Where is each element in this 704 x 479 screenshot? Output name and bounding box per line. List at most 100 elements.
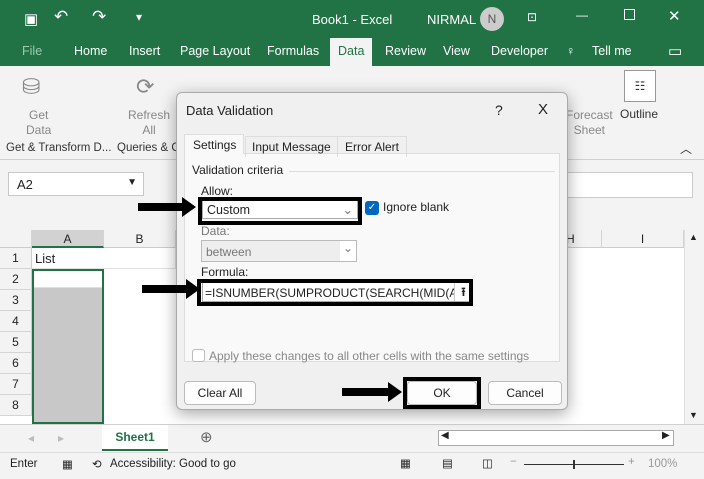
allow-label: Allow: [201,184,234,198]
get-data-icon: ⛁ [22,74,41,99]
save-icon[interactable]: ▣ [24,10,38,28]
minimize-icon[interactable]: — [576,8,588,22]
forecast-label2: Sheet [573,123,606,137]
close-icon[interactable]: ✕ [668,7,681,25]
annotation-arrow [138,197,196,217]
user-name: NIRMAL [427,12,477,27]
get-data-label2: Data [26,123,52,137]
chevron-down-icon: ⌄ [340,241,356,261]
cell-b1[interactable] [104,248,176,269]
tab-file[interactable]: File [22,44,42,58]
column-header-h[interactable]: H [566,230,602,248]
status-bar: Enter ▦ ⟲ Accessibility: Good to go ▦ ▤ … [0,452,704,479]
add-sheet-icon[interactable]: ⊕ [200,428,213,446]
get-data-label: Get [29,108,49,122]
group-get-transform: Get & Transform D... [6,142,112,154]
data-value: between [206,245,252,259]
accessibility-status[interactable]: Accessibility: Good to go [110,458,236,470]
tab-review[interactable]: Review [385,44,426,58]
tab-view[interactable]: View [443,44,470,58]
cancel-button[interactable]: Cancel [488,381,562,405]
row-header[interactable]: 2 [0,269,32,290]
apply-all-label: Apply these changes to all other cells w… [209,349,530,363]
normal-view-icon[interactable]: ▦ [400,456,411,470]
next-sheet-icon[interactable]: ▸ [58,431,64,445]
outline-button[interactable]: Outline [620,107,658,121]
dialog-close-button[interactable]: X [538,101,548,118]
vertical-scrollbar[interactable]: ▲ ▼ [684,230,704,424]
highlight-box [403,377,481,409]
row-header[interactable]: 5 [0,332,32,353]
zoom-out-icon[interactable]: − [510,456,517,468]
sheet-tabs-bar: ◂ ▸ Sheet1 ⊕ ◀ ▶ [0,424,704,452]
dialog-title: Data Validation [186,103,274,118]
page-break-view-icon[interactable]: ◫ [482,456,493,470]
undo-icon[interactable]: ↶ [54,7,68,27]
refresh-label: Refresh [128,108,171,122]
ribbon-display-icon[interactable]: ⊡ [527,10,537,24]
select-all[interactable] [0,230,32,248]
tab-home[interactable]: Home [74,44,107,58]
tab-page-layout[interactable]: Page Layout [180,44,250,58]
help-button[interactable]: ? [495,102,503,118]
column-header-a[interactable]: A [32,230,104,248]
title-bar: ▣ ↶ ↷ ▾ Book1 - Excel NIRMAL N ⊡ — ✕ [0,0,704,38]
row-header[interactable]: 6 [0,353,32,374]
tab-insert[interactable]: Insert [129,44,160,58]
forecast-sheet-button[interactable]: Forecast Sheet [566,108,613,138]
ignore-blank-checkbox[interactable]: ✓ [365,201,379,215]
tab-settings[interactable]: Settings [184,134,244,154]
macro-icon[interactable]: ▦ [62,457,73,471]
column-header-i[interactable]: I [602,230,684,248]
refresh-all-button[interactable]: Refresh All [128,108,170,138]
section-validation-criteria: Validation criteria [192,163,284,177]
comments-icon[interactable]: ▭ [668,42,682,60]
scroll-left-icon[interactable]: ◀ [441,430,449,441]
row-header[interactable]: 1 [0,248,32,269]
clear-all-button[interactable]: Clear All [184,381,256,405]
get-data-button[interactable]: Get Data [26,108,51,138]
scroll-up-icon[interactable]: ▲ [689,232,698,242]
data-select: between ⌄ [201,240,357,262]
data-validation-dialog: Data Validation ? X Settings Input Messa… [176,92,568,410]
column-header-b[interactable]: B [104,230,176,248]
highlight-box [198,197,362,225]
customize-toolbar-icon[interactable]: ▾ [136,10,142,24]
row-header[interactable]: 3 [0,290,32,311]
zoom-level[interactable]: 100% [648,458,677,470]
horizontal-scrollbar[interactable] [438,430,674,446]
chevron-down-icon[interactable]: ▼ [127,177,137,188]
tab-data[interactable]: Data [330,38,373,66]
zoom-slider[interactable] [524,460,624,469]
annotation-arrow [342,382,402,402]
tab-error-alert[interactable]: Error Alert [337,136,408,157]
row-header[interactable]: 7 [0,374,32,395]
tab-formulas[interactable]: Formulas [267,44,319,58]
selected-range-a2-a8[interactable] [32,269,104,424]
accessibility-icon[interactable]: ⟲ [92,457,102,471]
page-layout-view-icon[interactable]: ▤ [442,456,453,470]
collapse-ribbon-icon[interactable]: ︿ [680,140,692,157]
scroll-right-icon[interactable]: ▶ [662,430,670,441]
name-box[interactable]: A2 ▼ [8,172,144,196]
sheet-tab-sheet1[interactable]: Sheet1 [102,425,168,451]
apply-all-checkbox[interactable] [192,349,205,362]
avatar[interactable]: N [480,7,504,31]
window-title: Book1 - Excel [312,12,393,27]
tab-developer[interactable]: Developer [491,44,548,58]
row-header[interactable]: 8 [0,395,32,416]
row-header[interactable]: 4 [0,311,32,332]
name-box-value: A2 [17,177,33,192]
tab-input-message[interactable]: Input Message [245,136,338,157]
annotation-arrow [142,279,200,299]
status-mode: Enter [10,458,38,470]
redo-icon[interactable]: ↷ [92,7,106,27]
scroll-down-icon[interactable]: ▼ [689,410,698,420]
cell-a1[interactable]: List [32,248,104,269]
tell-me-search[interactable]: Tell me [592,44,632,58]
formula-label: Formula: [201,265,249,279]
prev-sheet-icon[interactable]: ◂ [28,431,34,445]
zoom-in-icon[interactable]: + [628,456,635,468]
lightbulb-icon: ♀ [566,44,576,58]
maximize-icon[interactable] [624,9,635,20]
